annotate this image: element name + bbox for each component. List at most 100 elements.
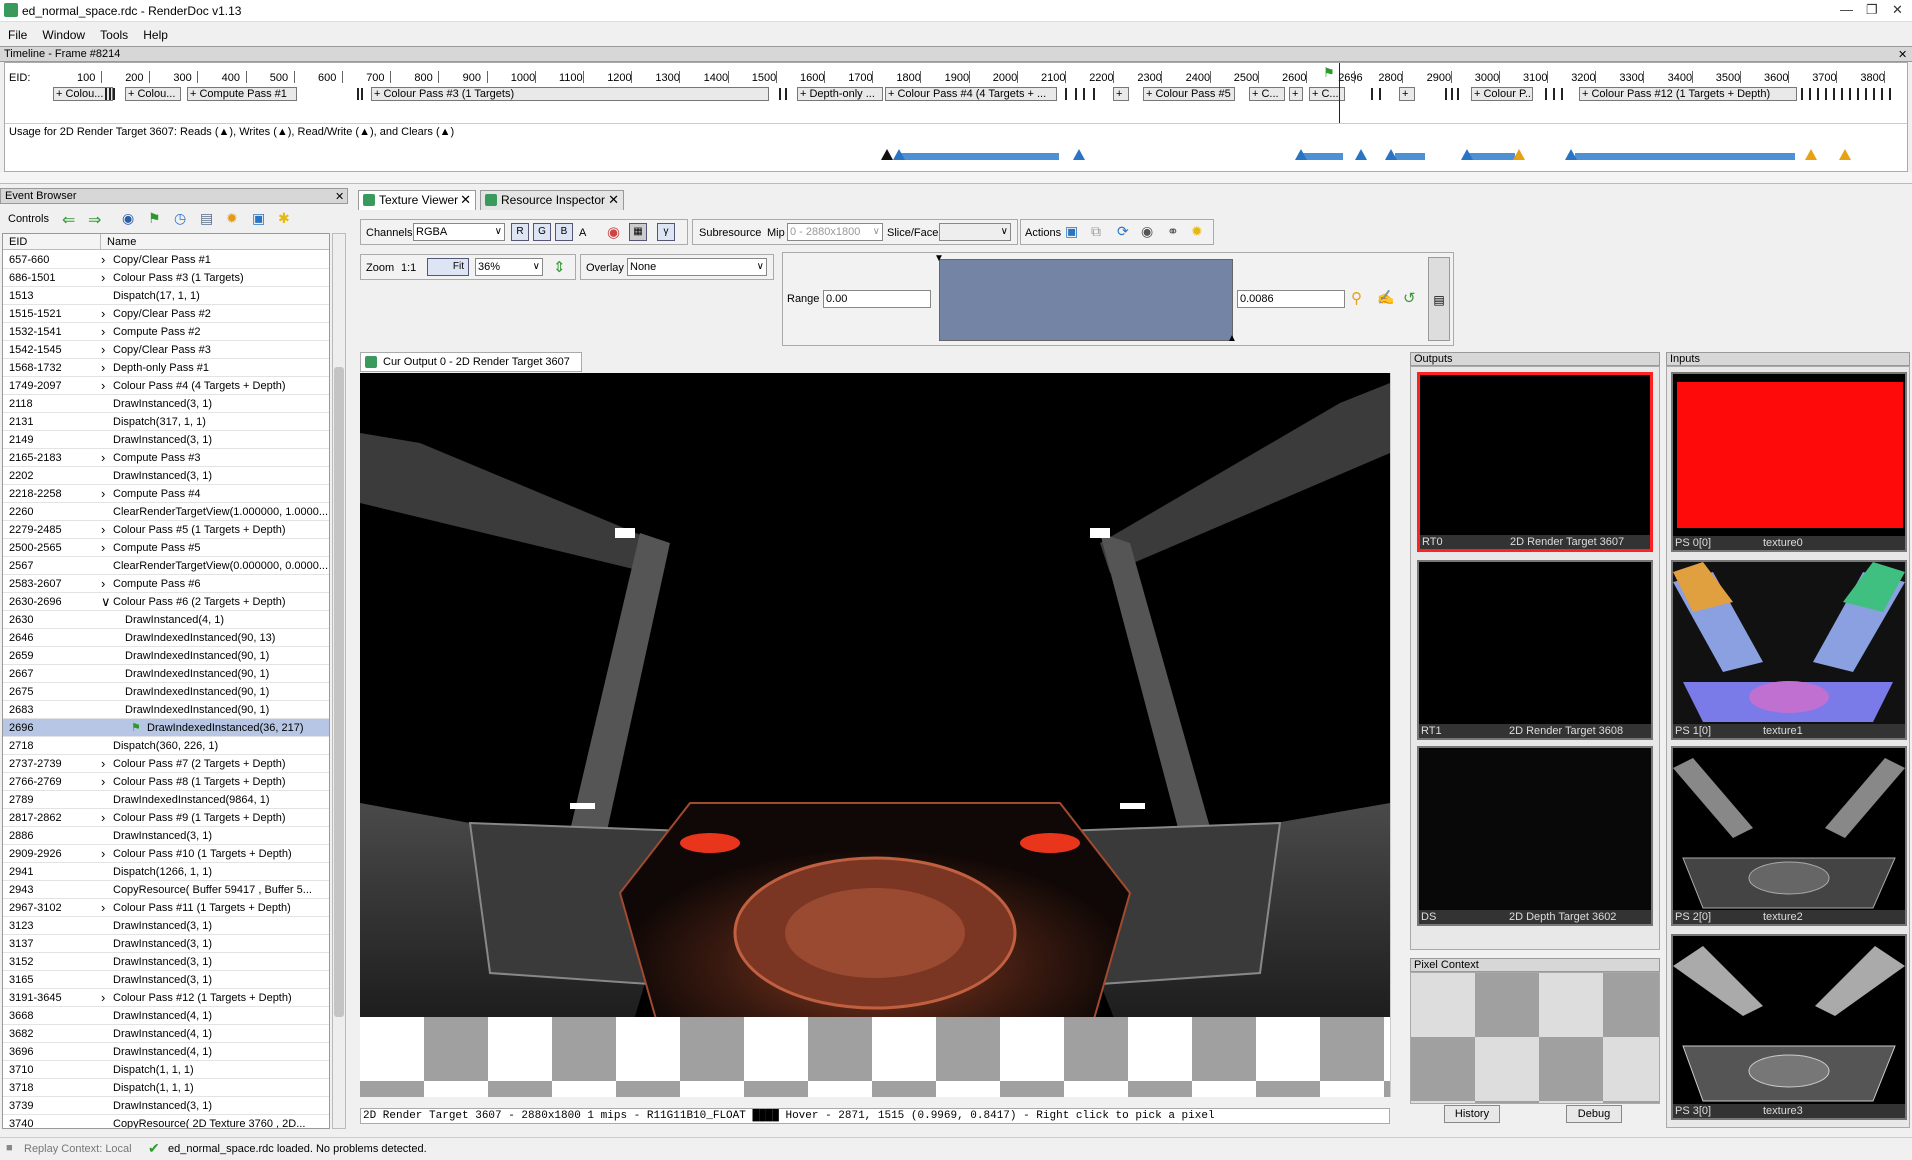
menu-help[interactable]: Help — [143, 26, 168, 44]
reset-range-icon[interactable]: ↺ — [1403, 289, 1416, 307]
usage-marker-icon[interactable] — [1073, 149, 1085, 160]
back-icon[interactable]: ⇐ — [62, 210, 80, 229]
save-icon[interactable]: ▣ — [252, 210, 270, 228]
timer-icon[interactable]: ◷ — [174, 210, 192, 228]
event-row[interactable]: 2683 DrawIndexedInstanced(90, 1) — [3, 701, 329, 719]
timeline-pass-marker[interactable]: + C... — [1249, 87, 1285, 101]
close-icon[interactable]: ✕ — [1892, 2, 1903, 18]
columns-icon[interactable]: ▤ — [200, 210, 218, 228]
event-row[interactable]: 2131 Dispatch(317, 1, 1) — [3, 413, 329, 431]
input-thumb-texture3[interactable]: PS 3[0] texture3 — [1671, 934, 1907, 1120]
input-thumb-texture0[interactable]: PS 0[0] texture0 — [1671, 372, 1907, 552]
tab-resource-inspector[interactable]: Resource Inspector ✕ — [480, 190, 624, 210]
event-row[interactable]: 3696 DrawInstanced(4, 1) — [3, 1043, 329, 1061]
event-row[interactable]: 2218-2258 › Compute Pass #4 — [3, 485, 329, 503]
event-row[interactable]: 2789 DrawIndexedInstanced(9864, 1) — [3, 791, 329, 809]
event-row[interactable]: 2583-2607 › Compute Pass #6 — [3, 575, 329, 593]
maximize-icon[interactable]: ❐ — [1866, 2, 1878, 18]
chevron-right-icon[interactable]: › — [101, 521, 105, 538]
menu-window[interactable]: Window — [42, 26, 85, 44]
chevron-right-icon[interactable]: › — [101, 305, 105, 322]
flip-icon[interactable]: ⇕ — [553, 258, 566, 276]
event-row[interactable]: 1749-2097 › Colour Pass #4 (4 Targets + De… — [3, 377, 329, 395]
usage-marker-icon[interactable] — [1355, 149, 1367, 160]
event-row[interactable]: 2630-2696 ∨ Colour Pass #6 (2 Targets + De… — [3, 593, 329, 611]
chevron-right-icon[interactable]: › — [101, 989, 105, 1006]
event-row[interactable]: 2766-2769 › Colour Pass #8 (1 Targets + De… — [3, 773, 329, 791]
tab-texture-viewer[interactable]: Texture Viewer ✕ — [358, 190, 476, 210]
timeline-pass-marker[interactable]: + — [1289, 87, 1303, 101]
event-row[interactable]: 2675 DrawIndexedInstanced(90, 1) — [3, 683, 329, 701]
timeline-pass-marker[interactable]: + — [1399, 87, 1415, 101]
usage-marker-icon[interactable] — [1461, 149, 1473, 160]
range-white-point-handle[interactable]: ▲ — [1227, 333, 1237, 344]
tab-close-icon[interactable]: ✕ — [460, 191, 471, 209]
texture-viewport[interactable] — [360, 373, 1390, 1033]
timeline-pass-marker[interactable]: + Colour P... — [1471, 87, 1533, 101]
event-row[interactable]: 2118 DrawInstanced(3, 1) — [3, 395, 329, 413]
usage-marker-icon[interactable] — [1839, 149, 1851, 160]
event-row[interactable]: 686-1501 › Colour Pass #3 (1 Targets) — [3, 269, 329, 287]
event-row[interactable]: 3137 DrawInstanced(3, 1) — [3, 935, 329, 953]
timeline-close-icon[interactable]: ✕ — [1898, 48, 1907, 61]
chevron-right-icon[interactable]: › — [101, 449, 105, 466]
pixel-context-view[interactable] — [1410, 972, 1660, 1104]
event-row[interactable]: 1542-1545 › Copy/Clear Pass #3 — [3, 341, 329, 359]
channels-select[interactable]: RGBA ∨ — [413, 223, 505, 241]
timeline-pass-marker[interactable]: + Colour Pass #12 (1 Targets + Depth) — [1579, 87, 1797, 101]
event-row[interactable]: 2737-2739 › Colour Pass #7 (2 Targets + De… — [3, 755, 329, 773]
chevron-right-icon[interactable]: › — [101, 485, 105, 502]
usage-marker-icon[interactable] — [1385, 149, 1397, 160]
event-row[interactable]: 2943 CopyResource( Buffer 59417 , Buffer … — [3, 881, 329, 899]
chevron-right-icon[interactable]: › — [101, 377, 105, 394]
settings-gear-icon[interactable]: ✹ — [1191, 223, 1203, 240]
usage-marker-icon[interactable] — [881, 149, 893, 160]
event-row[interactable]: 3718 Dispatch(1, 1, 1) — [3, 1079, 329, 1097]
zoom-select[interactable]: 36% ∨ — [475, 258, 543, 276]
timeline-scrollbar[interactable] — [0, 172, 1912, 184]
checkerboard-icon[interactable]: ▦ — [629, 223, 647, 241]
event-row[interactable]: 1532-1541 › Compute Pass #2 — [3, 323, 329, 341]
event-row[interactable]: 2202 DrawInstanced(3, 1) — [3, 467, 329, 485]
mip-select[interactable]: 0 - 2880x1800 ∨ — [787, 223, 883, 241]
histogram-toggle-icon[interactable]: ▤ — [1428, 257, 1450, 341]
chevron-right-icon[interactable]: › — [101, 773, 105, 790]
event-row[interactable]: 2165-2183 › Compute Pass #3 — [3, 449, 329, 467]
link-icon[interactable]: ⚭ — [1167, 223, 1179, 240]
cur-output-tab[interactable]: Cur Output 0 - 2D Render Target 3607 — [360, 352, 582, 372]
event-row[interactable]: 1515-1521 › Copy/Clear Pass #2 — [3, 305, 329, 323]
event-row[interactable]: 2260 ClearRenderTargetView(1.000000, 1.00… — [3, 503, 329, 521]
event-row[interactable]: 3668 DrawInstanced(4, 1) — [3, 1007, 329, 1025]
usage-marker-icon[interactable] — [1513, 149, 1525, 160]
timeline-pass-marker[interactable]: + Colou... — [125, 87, 181, 101]
event-row[interactable]: 2967-3102 › Colour Pass #11 (1 Targets + D… — [3, 899, 329, 917]
export-icon[interactable]: ✱ — [278, 210, 296, 228]
event-row[interactable]: 2909-2926 › Colour Pass #10 (1 Targets + D… — [3, 845, 329, 863]
fit-button[interactable]: Fit — [427, 258, 469, 276]
usage-marker-icon[interactable] — [1565, 149, 1577, 160]
save-texture-icon[interactable]: ▣ — [1065, 223, 1078, 240]
event-row[interactable]: 2567 ClearRenderTargetView(0.000000, 0.00… — [3, 557, 329, 575]
usage-marker-icon[interactable] — [1295, 149, 1307, 160]
event-row[interactable]: 3191-3645 › Colour Pass #12 (1 Targets + D… — [3, 989, 329, 1007]
find-icon[interactable]: ◉ — [122, 210, 140, 228]
event-row[interactable]: 2630 DrawInstanced(4, 1) — [3, 611, 329, 629]
zoom-range-icon[interactable]: ⚲ — [1351, 289, 1362, 307]
slice-select[interactable]: ∨ — [939, 223, 1011, 241]
event-row[interactable]: 2718 Dispatch(360, 226, 1) — [3, 737, 329, 755]
range-min-input[interactable]: 0.00 — [823, 290, 931, 308]
viewport-vertical-scrollbar[interactable] — [1390, 373, 1402, 1097]
event-row[interactable]: 2696 ⚑ DrawIndexedInstanced(36, 217) — [3, 719, 329, 737]
timeline-pass-marker[interactable]: + Colour Pass #3 (1 Targets) — [371, 87, 769, 101]
event-row[interactable]: 3165 DrawInstanced(3, 1) — [3, 971, 329, 989]
event-row[interactable]: 2149 DrawInstanced(3, 1) — [3, 431, 329, 449]
timeline-pass-marker[interactable]: + Compute Pass #1 — [187, 87, 297, 101]
event-row[interactable]: 2817-2862 › Colour Pass #9 (1 Targets + De… — [3, 809, 329, 827]
event-row[interactable]: 3682 DrawInstanced(4, 1) — [3, 1025, 329, 1043]
event-row[interactable]: 657-660 › Copy/Clear Pass #1 — [3, 251, 329, 269]
range-black-point-handle[interactable]: ▼ — [934, 253, 944, 264]
event-scrollbar-thumb[interactable] — [334, 367, 344, 1017]
chevron-right-icon[interactable]: › — [101, 899, 105, 916]
timeline-pass-marker[interactable]: + Colour Pass #5 — [1143, 87, 1235, 101]
event-row[interactable]: 2941 Dispatch(1266, 1, 1) — [3, 863, 329, 881]
